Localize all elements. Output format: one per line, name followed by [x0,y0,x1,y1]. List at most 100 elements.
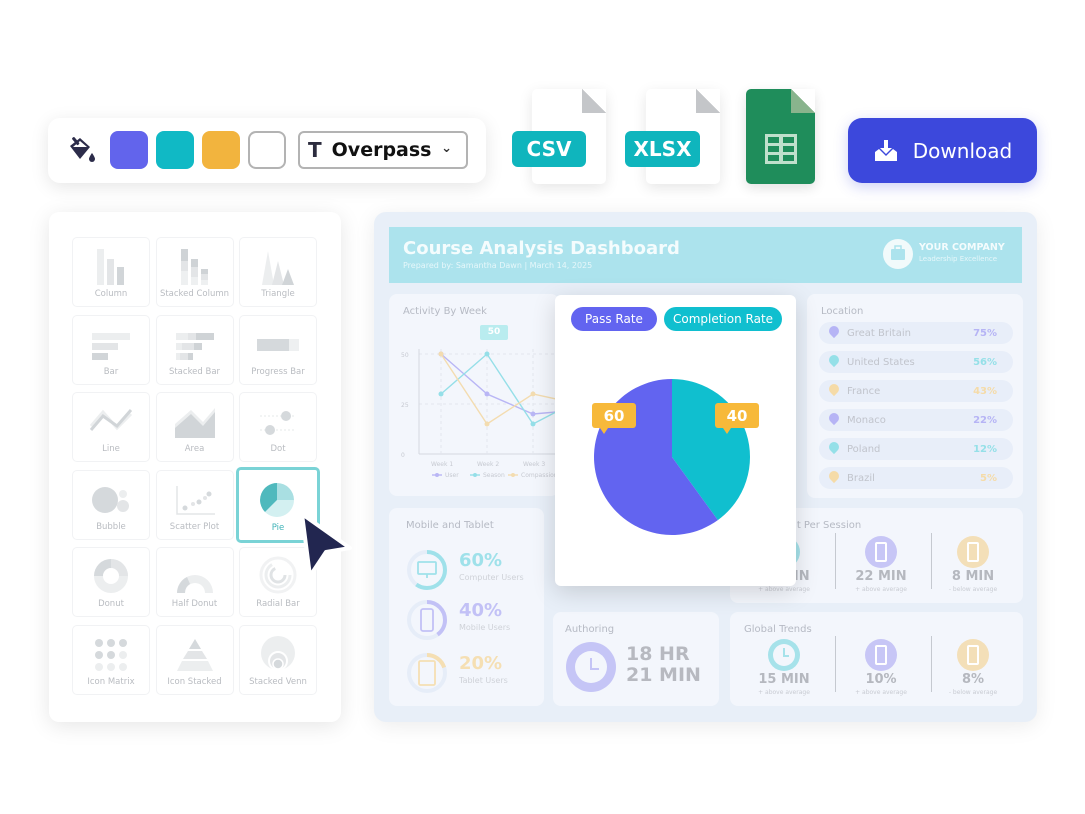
swatch-orange[interactable] [202,131,240,169]
devices-card: Mobile and Tablet 60% Computer Users 40% Mo… [389,508,544,706]
swatch-teal[interactable] [156,131,194,169]
y-tick-label: 0 [401,452,405,459]
location-row[interactable]: United States 56% [819,351,1013,373]
legend-label: User [445,472,459,479]
stat-subtext: + above average [758,586,810,593]
chart-type-label: Scatter Plot [169,521,220,532]
chart-type-line[interactable]: Line [72,392,150,462]
chart-type-label: Bar [103,366,119,377]
x-tick-label: Week 2 [477,461,499,468]
location-card: Location Great Britain 75% United States 56… [807,294,1023,498]
x-tick-label: Week 3 [523,461,545,468]
download-icon [874,139,897,161]
pie-chart-popup: Pass Rate Completion Rate 60 40 [555,295,796,586]
font-value: Overpass [331,139,432,161]
swatch-white[interactable] [248,131,286,169]
data-point [530,391,536,397]
location-percent: 43% [973,385,997,397]
y-tick-label: 50 [401,352,409,359]
chart-type-label: Progress Bar [251,366,305,377]
location-row[interactable]: Poland 12% [819,438,1013,460]
chart-type-half-donut[interactable]: Half Donut [155,547,234,617]
icon-matrix-chart-icon [91,637,131,673]
file-fold-icon [696,89,720,113]
mobile-icon [865,639,897,671]
stacked-venn-chart-icon [258,635,298,673]
chart-type-bar[interactable]: Bar [72,314,150,385]
swatch-purple[interactable] [110,131,148,169]
download-button[interactable]: Download [848,118,1037,183]
chart-type-scatter-plot[interactable]: Scatter Plot [155,469,234,540]
chart-type-icon-stacked[interactable]: Icon Stacked [155,624,234,695]
location-name: Brazil [847,472,875,484]
dashboard-subtitle: Prepared by: Samantha Dawn | March 14, 2… [403,261,593,270]
company-logo [883,239,913,269]
chart-type-label: Bubble [96,521,126,532]
csv-export-button[interactable]: CSV [512,131,586,167]
legend-marker [511,473,515,477]
paint-bucket-icon[interactable] [66,136,96,168]
stat-subtext: + above average [855,689,907,696]
stat-subtext: + above average [855,586,907,593]
chart-type-triangle[interactable]: Triangle [239,237,317,307]
dashboard-banner: Course Analysis Dashboard Prepared by: S… [389,227,1022,283]
download-label: Download [912,138,1013,163]
location-pin-icon [826,410,842,426]
chart-type-stacked-venn[interactable]: Stacked Venn [239,624,317,695]
location-pin-icon [826,323,842,339]
device-percent: 40% [459,600,503,621]
data-point [438,351,444,357]
divider [835,533,836,589]
chart-type-icon-matrix[interactable]: Icon Matrix [72,624,150,695]
chart-type-column[interactable]: Column [72,237,150,307]
bubble-chart-icon [89,482,133,518]
chart-type-bubble[interactable]: Bubble [72,469,150,540]
chart-type-progress-bar[interactable]: Progress Bar [239,314,317,385]
stacked-bar-chart-icon [174,327,216,363]
chart-type-label: Half Donut [171,599,218,609]
triangle-chart-icon [258,247,298,285]
legend-marker [473,473,477,477]
chart-type-label: Area [184,444,205,454]
activity-tooltip: 50 [480,325,508,340]
pie-chart [594,379,750,535]
stat-value: 10% [865,672,897,687]
chart-type-stacked-column[interactable]: Stacked Column [155,237,234,307]
google-sheets-export-button[interactable] [746,89,815,184]
chart-type-donut[interactable]: Donut [72,547,150,617]
font-select[interactable]: T Overpass ⌄ [298,131,468,169]
location-name: United States [847,356,915,368]
location-name: France [847,385,881,397]
mobile-icon [865,536,897,568]
chart-type-label: Column [94,289,128,299]
pie-chart-icon [258,481,298,519]
data-point [438,391,444,397]
data-point [530,411,536,417]
chart-type-label: Stacked Bar [168,366,221,377]
clock-icon [768,639,800,671]
global-trends-card: Global Trends 15 MIN + above average 10% + … [730,612,1023,706]
chart-type-area[interactable]: Area [155,392,234,462]
chart-type-label: Stacked Column [159,289,230,299]
chart-type-dot[interactable]: Dot [239,392,317,462]
location-pin-icon [826,439,842,455]
device-label: Computer Users [459,573,524,582]
clock-icon [566,642,616,692]
stat-subtext: + above average [758,689,810,696]
activity-card: Activity By Week 0 25 50 Week 1 Week 2 Week 3… [389,294,559,496]
location-title: Location [821,306,864,317]
xlsx-export-button[interactable]: XLSX [625,131,700,167]
authoring-card: Authoring 18 HR 21 MIN [553,612,719,706]
location-row[interactable]: Monaco 22% [819,409,1013,431]
device-percent: 60% [459,550,503,571]
pie-label-completion: 40 [715,403,759,434]
pie-label-pass: 60 [592,403,636,434]
device-label: Mobile Users [459,623,511,632]
location-row[interactable]: France 43% [819,380,1013,402]
file-fold-icon [582,89,606,113]
stat-value: 8 MIN [951,569,995,584]
dot-chart-icon [256,404,300,440]
location-row[interactable]: Brazil 5% [819,467,1013,489]
chart-type-stacked-bar[interactable]: Stacked Bar [155,314,234,385]
location-row[interactable]: Great Britain 75% [819,322,1013,344]
